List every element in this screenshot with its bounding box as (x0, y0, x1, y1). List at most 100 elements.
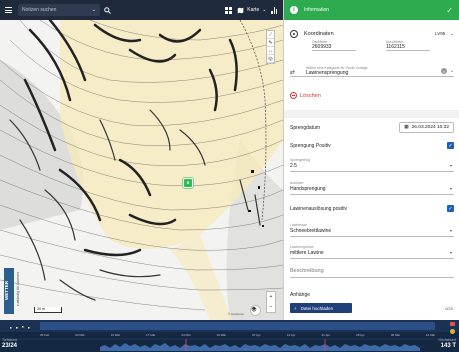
timeline-right-value: 143 T (440, 343, 456, 349)
sprengung-positiv-row: Sprengung Positiv ✓ (290, 142, 454, 149)
zoom-control: + − (266, 291, 276, 313)
timeline[interactable]: 25 Feb 03 Mär 10 Mär 17 Mär 24 Mär 31 Mä… (0, 320, 459, 352)
avalanche-point-marker[interactable]: ● (183, 178, 193, 188)
east-field[interactable]: Ost/Meter 2609933 (312, 40, 356, 51)
template-select[interactable]: ⇄ Wähle eine Kategorie für Punkt-Vorlage… (290, 66, 454, 77)
map-label: Karte (247, 7, 260, 13)
search-input[interactable]: Notizen suchen ⌄ (18, 4, 100, 16)
chart-bars-icon[interactable] (271, 6, 277, 14)
upload-count: 0/20 (445, 306, 453, 311)
coordinate-system-value: LV95 (435, 31, 446, 36)
logo-subtitle: zuständig für Lawinen (16, 272, 20, 307)
measure-icon[interactable]: ↔ (267, 47, 274, 55)
lawinengroesse-caption: Lawinengrösse (290, 245, 314, 249)
coordinates-section: Koordinaten LV95 ⌄ Ost/Meter 2609933 Nor… (284, 30, 459, 51)
chevron-down-icon[interactable]: ⌄ (92, 7, 96, 13)
tick-label: 10 Mär (110, 333, 121, 337)
ausloeser-caption: Auslöser (290, 181, 304, 185)
coordinate-system-select[interactable]: LV95 ⌄ (435, 31, 454, 37)
lawinengroesse-value: mittlere Lawine (290, 250, 324, 256)
tick-label: 25 Feb (40, 333, 50, 337)
dropdown-arrow-icon: ▾ (449, 250, 452, 255)
description-field[interactable]: Beschreibung (290, 268, 454, 278)
info-panel: i Information ✓ Koordinaten LV95 ⌄ Ost/M… (283, 0, 459, 320)
info-icon: i (290, 6, 298, 14)
scale-bar: 30 m (34, 307, 62, 313)
timeline-right-caption: Höchstwert (438, 338, 456, 342)
tick-label: 21 Apr (321, 333, 331, 337)
lawinengroesse-select[interactable]: Lawinengrösse mittlere Lawine ▾ (290, 245, 454, 259)
locate-icon[interactable]: ◎ (267, 55, 274, 63)
grid-icon[interactable] (225, 6, 233, 14)
panel-header: i Information ✓ (284, 0, 459, 20)
map-terrain (0, 20, 283, 320)
tick-label: 05 Mai (390, 333, 400, 337)
coordinates-label: Koordinaten (304, 31, 334, 37)
sprengerfolg-select[interactable]: Sprengerfolg 2.5 ▾ (290, 158, 454, 172)
app-root: Notizen suchen ⌄ Karte ⌄ ⟋ ✎ ↔ ◎ ● WETTE… (0, 0, 459, 352)
sprengung-positiv-checkbox[interactable]: ✓ (447, 142, 454, 149)
sprengerfolg-caption: Sprengerfolg (290, 158, 311, 162)
lawinenausloesung-label: Lawinenauslösung positiv (290, 205, 347, 212)
draw-line-icon[interactable]: ⟋ (267, 31, 274, 39)
marker-dot-icon (450, 329, 455, 334)
sprengung-positiv-label: Sprengung Positiv (290, 142, 331, 149)
lawinenart-caption: Lawinenart (290, 223, 308, 227)
map-selector[interactable]: Karte ⌄ (237, 7, 266, 14)
date-value: 26.03.2024 10:32 (411, 125, 449, 130)
tick-label: 28 Apr (356, 333, 365, 337)
tick-label: 31 Mär (216, 333, 227, 337)
search-icon[interactable] (100, 4, 114, 16)
sprengerfolg-value: 2.5 (290, 163, 297, 169)
template-value: Lawinensprengung (306, 70, 349, 76)
logo: WETTER (4, 268, 14, 314)
chevron-down-icon: ⌄ (262, 7, 267, 13)
search-placeholder: Notizen suchen (22, 7, 57, 13)
north-field[interactable]: Nord/Meter 1162115 (386, 40, 430, 51)
tick-label: 14 Apr (286, 333, 296, 337)
minus-circle-icon (290, 92, 297, 99)
east-value: 2609933 (312, 44, 332, 50)
attachments-label: Anhänge (290, 292, 311, 298)
menu-icon[interactable] (0, 0, 16, 20)
lawinenart-value: Schneebrettlawine (290, 228, 332, 234)
chevron-down-icon: ⌄ (450, 31, 454, 36)
zoom-out-button[interactable]: − (267, 302, 275, 312)
panel-title: Information (304, 7, 330, 13)
tick-label: 07 Apr (252, 333, 261, 337)
map-icon (237, 7, 244, 13)
chevron-down-icon: ⌄ (449, 68, 454, 74)
dropdown-arrow-icon: ▾ (449, 163, 452, 168)
template-icon: ⇄ (290, 70, 296, 76)
tick-label: 17 Mär (146, 333, 156, 337)
delete-label: Löschen (300, 92, 321, 99)
map-attribution: © swisstopo (228, 312, 245, 316)
sprengdatum-label: Sprengdatum (290, 124, 321, 131)
lawinenausloesung-checkbox[interactable]: ✓ (447, 205, 454, 212)
confirm-check-icon[interactable]: ✓ (446, 6, 453, 15)
clear-icon[interactable]: × (440, 68, 447, 74)
layers-icon[interactable] (250, 305, 261, 316)
plus-icon: + (294, 305, 297, 311)
upload-button[interactable]: + Datei hochladen (290, 303, 352, 313)
delete-button[interactable]: Löschen (290, 92, 321, 99)
map-toolbar: ⟋ ✎ ↔ ◎ (266, 30, 275, 64)
dropdown-arrow-icon: ▾ (449, 186, 452, 191)
zoom-in-button[interactable]: + (267, 292, 275, 302)
date-picker[interactable]: ▦ 26.03.2024 10:32 (399, 122, 454, 133)
lawinenart-select[interactable]: Lawinenart Schneebrettlawine ▾ (290, 223, 454, 237)
ausloeser-select[interactable]: Auslöser Handsprengung ▾ (290, 181, 454, 195)
timeline-left-caption: Tiefstwert (2, 338, 18, 342)
edit-icon[interactable]: ✎ (267, 39, 274, 47)
tick-label: 24 Mär (181, 333, 191, 337)
tick-label: 12 Mai (425, 333, 435, 337)
topbar-tools: Karte ⌄ (225, 6, 283, 14)
crosshair-icon (290, 30, 298, 38)
tick-label: 03 Mär (75, 333, 85, 337)
timeline-ticks: 25 Feb 03 Mär 10 Mär 17 Mär 24 Mär 31 Mä… (40, 333, 435, 337)
dropdown-arrow-icon: ▾ (449, 228, 452, 233)
ausloeser-value: Handsprengung (290, 186, 326, 192)
map-canvas[interactable]: ⟋ ✎ ↔ ◎ ● WETTER zuständig für Lawinen 3… (0, 20, 283, 320)
calendar-icon: ▦ (404, 125, 409, 130)
lawinenausloesung-row: Lawinenauslösung positiv ✓ (290, 205, 454, 212)
